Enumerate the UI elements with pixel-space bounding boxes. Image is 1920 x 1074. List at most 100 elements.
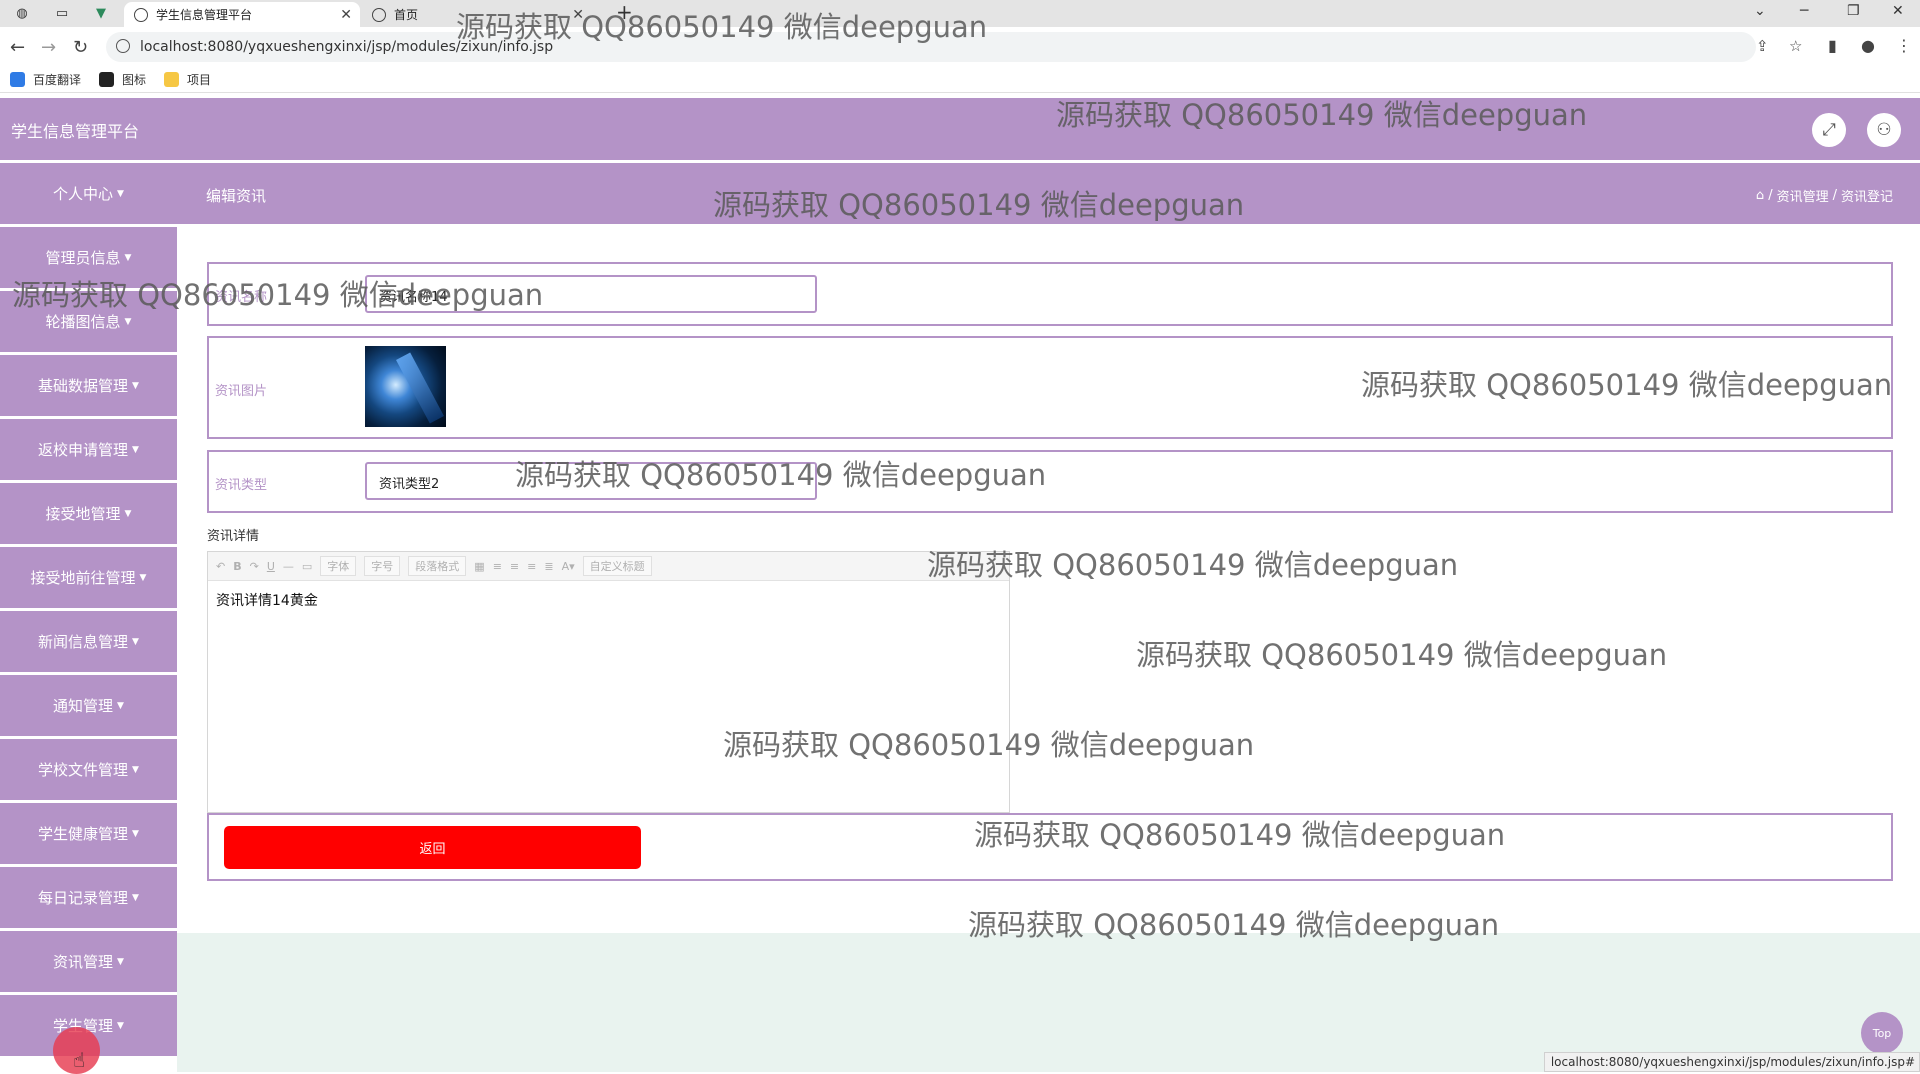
- page-header: 编辑资讯 ⌂ / 资讯管理 / 资讯登记: [0, 163, 1920, 224]
- vue-icon[interactable]: ▼: [93, 5, 109, 21]
- close-tab-icon[interactable]: ✕: [572, 7, 584, 23]
- breadcrumb: ⌂ / 资讯管理 / 资讯登记: [1756, 186, 1893, 205]
- align-right-icon[interactable]: ≡: [527, 560, 536, 573]
- breadcrumb-separator: /: [1768, 188, 1773, 203]
- minimize-icon[interactable]: ─: [1800, 3, 1808, 19]
- caret-down-icon: ▼: [124, 252, 132, 263]
- restore-icon[interactable]: ❐: [1847, 3, 1860, 19]
- back-icon[interactable]: ←: [10, 37, 25, 58]
- custom-heading-select[interactable]: 自定义标题: [582, 556, 652, 576]
- sidebar-item-label: 接受地管理: [45, 505, 121, 523]
- fullscreen-icon[interactable]: ⤢: [1812, 113, 1846, 147]
- back-button[interactable]: 返回: [224, 826, 641, 869]
- caret-down-icon: ▼: [117, 188, 124, 199]
- hand-cursor-icon: ☝: [73, 1048, 86, 1072]
- align-left-icon[interactable]: ≡: [493, 560, 502, 573]
- sidebar-item-daily-record[interactable]: 每日记录管理 ▼: [0, 867, 177, 928]
- sidebar-item-personal-center[interactable]: 个人中心 ▼: [0, 163, 177, 224]
- new-tab-icon[interactable]: +: [616, 0, 633, 24]
- address-bar-row: ← → ↻ localhost:8080/yqxueshengxinxi/jsp…: [0, 27, 1920, 67]
- justify-icon[interactable]: ≣: [544, 560, 553, 573]
- sidebar-item-receiving-trip[interactable]: 接受地前往管理 ▼: [0, 547, 177, 608]
- sidebar-item-label: 个人中心: [53, 185, 114, 203]
- page-title: 编辑资讯: [206, 187, 267, 205]
- bookmark-icons[interactable]: 图标: [99, 71, 146, 88]
- blank-tab-icon[interactable]: ▭: [54, 5, 70, 21]
- font-size-select[interactable]: 字号: [364, 556, 401, 576]
- underline-icon[interactable]: U: [267, 560, 275, 573]
- sidebar-item-student-health[interactable]: 学生健康管理 ▼: [0, 803, 177, 864]
- globe-icon[interactable]: ◍: [14, 5, 30, 21]
- breadcrumb-item[interactable]: 资讯管理: [1777, 186, 1829, 205]
- sidebar-item-admin-info[interactable]: 管理员信息 ▼: [0, 227, 177, 288]
- name-field[interactable]: 资讯名称14: [365, 275, 817, 313]
- font-family-select[interactable]: 字体: [320, 556, 357, 576]
- sidebar-item-label: 管理员信息: [45, 249, 121, 267]
- site-info-icon[interactable]: [116, 39, 130, 53]
- tab-search-icon[interactable]: ⌄: [1754, 3, 1766, 19]
- breadcrumb-separator: /: [1832, 188, 1837, 203]
- sidebar-item-base-data[interactable]: 基础数据管理 ▼: [0, 355, 177, 416]
- close-tab-icon[interactable]: ✕: [340, 7, 352, 23]
- caret-down-icon: ▼: [117, 700, 124, 711]
- sidebar-item-carousel[interactable]: 轮播图信息 ▼: [0, 291, 177, 352]
- sidebar-item-label: 新闻信息管理: [38, 633, 129, 651]
- home-icon[interactable]: ⌂: [1756, 188, 1764, 203]
- redo-icon[interactable]: ↷: [250, 560, 259, 573]
- caret-down-icon: ▼: [124, 508, 132, 519]
- sidepanel-icon[interactable]: ▮: [1828, 36, 1837, 55]
- sidebar-item-receiving-place[interactable]: 接受地管理 ▼: [0, 483, 177, 544]
- sidebar-item-school-files[interactable]: 学校文件管理 ▼: [0, 739, 177, 800]
- type-field[interactable]: 资讯类型2: [365, 462, 817, 500]
- url-field[interactable]: localhost:8080/yqxueshengxinxi/jsp/modul…: [106, 32, 1802, 62]
- editor-content[interactable]: 资讯详情14黄金: [208, 581, 1009, 619]
- menu-icon[interactable]: ⋮: [1896, 36, 1912, 55]
- share-icon[interactable]: ⇪: [1756, 37, 1769, 55]
- font-color-icon[interactable]: A▾: [562, 560, 575, 573]
- sidebar: 个人中心 ▼ 管理员信息 ▼ 轮播图信息 ▼ 基础数据管理 ▼ 返校申请管理 ▼ 接受地管…: [0, 163, 177, 1072]
- table-icon[interactable]: ▦: [474, 560, 484, 573]
- bold-icon[interactable]: B: [233, 560, 241, 573]
- sidebar-item-label: 返校申请管理: [38, 441, 129, 459]
- undo-icon[interactable]: ↶: [216, 560, 225, 573]
- image-icon: [99, 72, 114, 87]
- sidebar-item-news-info[interactable]: 资讯管理 ▼: [0, 931, 177, 992]
- forward-icon[interactable]: →: [41, 37, 56, 58]
- bookmark-baidu-translate[interactable]: 百度翻译: [10, 71, 81, 88]
- sidebar-item-label: 每日记录管理: [38, 889, 129, 907]
- horizontal-rule-icon[interactable]: —: [283, 560, 294, 573]
- caret-down-icon: ▼: [139, 572, 147, 583]
- tab-student-platform[interactable]: 学生信息管理平台 ✕: [124, 2, 360, 27]
- sidebar-item-news[interactable]: 新闻信息管理 ▼: [0, 611, 177, 672]
- sidebar-item-label: 接受地前往管理: [30, 569, 136, 587]
- caret-down-icon: ▼: [132, 828, 139, 839]
- sidebar-item-label: 学生健康管理: [38, 825, 129, 843]
- paste-icon[interactable]: ▭: [302, 560, 312, 573]
- caret-down-icon: ▼: [132, 764, 139, 775]
- caret-down-icon: ▼: [132, 892, 139, 903]
- tab-home[interactable]: 首页 ✕: [362, 2, 592, 27]
- paragraph-format-select[interactable]: 段落格式: [408, 556, 467, 576]
- close-window-icon[interactable]: ✕: [1892, 3, 1904, 19]
- sidebar-item-return-application[interactable]: 返校申请管理 ▼: [0, 419, 177, 480]
- back-to-top-button[interactable]: Top: [1861, 1012, 1903, 1054]
- top-navbar: 学生信息管理平台 ⤢ ⚇: [0, 98, 1920, 160]
- caret-down-icon: ▼: [117, 956, 124, 967]
- bookmark-label: 百度翻译: [33, 73, 82, 87]
- user-icon[interactable]: ⚇: [1867, 113, 1901, 147]
- tab-label: 学生信息管理平台: [156, 8, 253, 22]
- form-row-actions: 返回: [207, 813, 1893, 881]
- bookmark-label: 图标: [122, 73, 147, 87]
- caret-down-icon: ▼: [132, 636, 139, 647]
- profile-icon[interactable]: ●: [1861, 36, 1875, 55]
- caret-down-icon: ▼: [124, 316, 132, 327]
- bookmark-project[interactable]: 项目: [164, 71, 211, 88]
- star-icon[interactable]: ☆: [1789, 37, 1802, 55]
- sidebar-item-label: 学校文件管理: [38, 761, 129, 779]
- reload-icon[interactable]: ↻: [73, 37, 88, 58]
- sidebar-item-label: 通知管理: [53, 697, 114, 715]
- sidebar-item-notice[interactable]: 通知管理 ▼: [0, 675, 177, 736]
- rich-text-editor[interactable]: ↶ B ↷ U — ▭ 字体 字号 段落格式 ▦ ≡ ≡ ≡ ≣ A▾ 自定义标…: [207, 551, 1010, 813]
- brand-title: 学生信息管理平台: [11, 122, 140, 141]
- align-center-icon[interactable]: ≡: [510, 560, 519, 573]
